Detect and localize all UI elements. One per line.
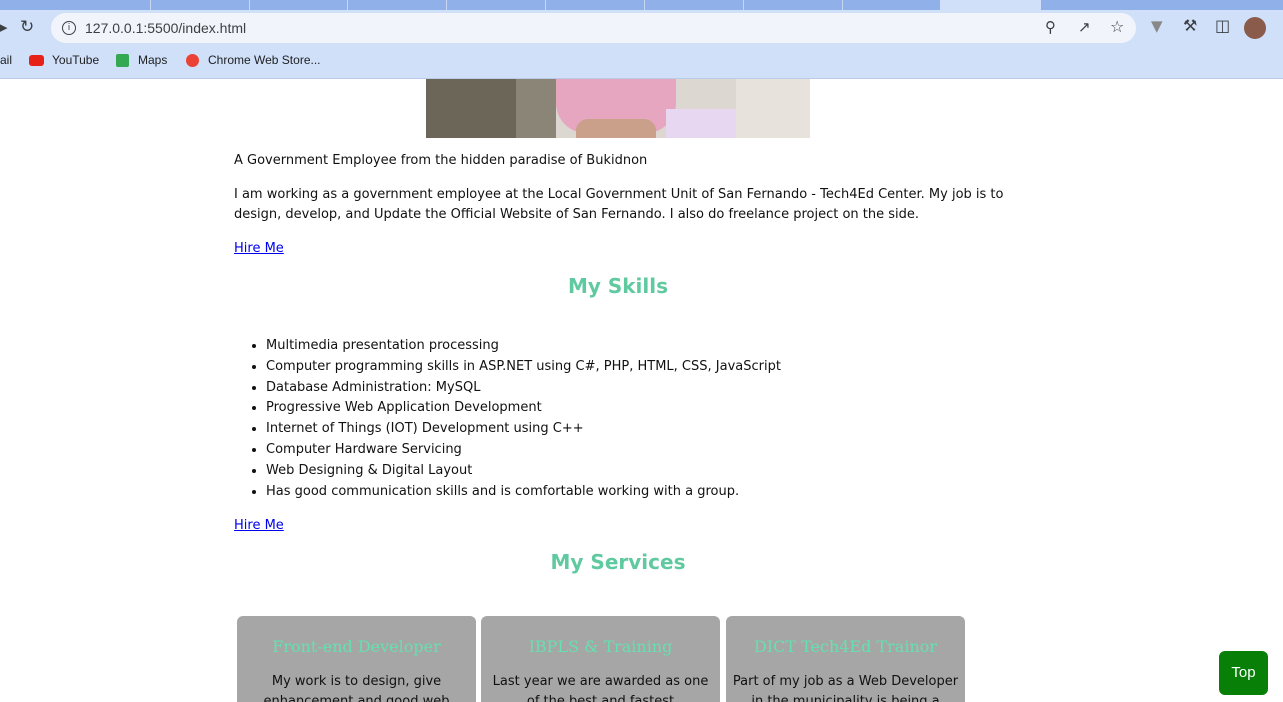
address-bar[interactable]: i 127.0.0.1:5500/index.html ⚲ ↗ ☆ xyxy=(51,13,1136,43)
chrome-web-store-icon xyxy=(186,54,199,67)
tab[interactable] xyxy=(447,0,546,10)
service-card-title: DICT Tech4Ed Trainor xyxy=(753,637,938,656)
list-item: Has good communication skills and is com… xyxy=(266,482,781,503)
forward-icon[interactable]: ▶ xyxy=(0,18,8,36)
active-tab[interactable] xyxy=(940,0,1040,10)
tab[interactable] xyxy=(0,0,151,10)
tab[interactable] xyxy=(744,0,843,10)
youtube-icon xyxy=(29,55,44,66)
side-panel-icon[interactable]: ◫ xyxy=(1215,16,1230,35)
profile-avatar[interactable] xyxy=(1244,17,1266,39)
site-info-icon[interactable]: i xyxy=(62,21,76,35)
list-item: Database Administration: MySQL xyxy=(266,378,781,399)
bio-line: design, develop, and Update the Official… xyxy=(234,207,920,222)
url-text[interactable]: 127.0.0.1:5500/index.html xyxy=(85,20,246,36)
tab[interactable] xyxy=(250,0,348,10)
list-item: Internet of Things (IOT) Development usi… xyxy=(266,419,781,440)
services-heading: My Services xyxy=(550,550,686,574)
bookmarks-bar: ail YouTube Maps Chrome Web Store... xyxy=(0,46,1283,79)
tab[interactable] xyxy=(1041,0,1283,10)
tab[interactable] xyxy=(645,0,744,10)
service-card-ibpls: IBPLS & Training Last year we are awarde… xyxy=(481,616,720,702)
bio-line: I am working as a government employee at… xyxy=(234,187,1004,202)
service-card-title: Front-end Developer xyxy=(272,637,441,656)
share-icon[interactable]: ↗ xyxy=(1078,18,1091,36)
list-item: Progressive Web Application Development xyxy=(266,398,781,419)
reload-icon[interactable]: ↻ xyxy=(20,17,34,37)
tab[interactable] xyxy=(546,0,645,10)
service-card-description: My work is to design, give enhancement a… xyxy=(263,674,450,702)
bookmark-gmail[interactable]: ail xyxy=(0,53,12,67)
profile-photo xyxy=(426,79,810,138)
service-card-tech4ed: DICT Tech4Ed Trainor Part of my job as a… xyxy=(726,616,965,702)
bookmark-star-icon[interactable]: ☆ xyxy=(1110,17,1124,36)
bookmark-youtube[interactable]: YouTube xyxy=(52,53,99,67)
bookmark-maps[interactable]: Maps xyxy=(138,53,167,67)
tab[interactable] xyxy=(843,0,941,10)
zoom-icon[interactable]: ⚲ xyxy=(1045,18,1056,36)
skills-heading: My Skills xyxy=(567,274,669,298)
service-card-description: Part of my job as a Web Developer in the… xyxy=(732,674,959,702)
maps-icon xyxy=(116,54,129,67)
hire-me-link[interactable]: Hire Me xyxy=(234,241,284,256)
bio-text: I am working as a government employee at… xyxy=(234,185,1003,225)
skills-list: Multimedia presentation processing Compu… xyxy=(234,336,781,502)
tab[interactable] xyxy=(151,0,250,10)
tab-strip xyxy=(0,0,1283,10)
service-card-description: Last year we are awarded as one of the b… xyxy=(492,674,709,702)
hire-me-link[interactable]: Hire Me xyxy=(234,518,284,533)
tab[interactable] xyxy=(348,0,447,10)
service-card-front-end: Front-end Developer My work is to design… xyxy=(237,616,476,702)
list-item: Multimedia presentation processing xyxy=(266,336,781,357)
tagline: A Government Employee from the hidden pa… xyxy=(234,153,648,168)
list-item: Computer programming skills in ASP.NET u… xyxy=(266,357,781,378)
extensions-icon[interactable]: ⚒ xyxy=(1183,16,1197,35)
service-card-title: IBPLS & Training xyxy=(528,637,673,656)
back-to-top-button[interactable]: Top xyxy=(1219,651,1268,695)
bookmark-chrome-web-store[interactable]: Chrome Web Store... xyxy=(208,53,321,67)
list-item: Web Designing & Digital Layout xyxy=(266,461,781,482)
browser-toolbar: ▶ ↻ i 127.0.0.1:5500/index.html ⚲ ↗ ☆ ▼ … xyxy=(0,10,1283,46)
extension-v-icon[interactable]: ▼ xyxy=(1151,17,1163,35)
list-item: Computer Hardware Servicing xyxy=(266,440,781,461)
